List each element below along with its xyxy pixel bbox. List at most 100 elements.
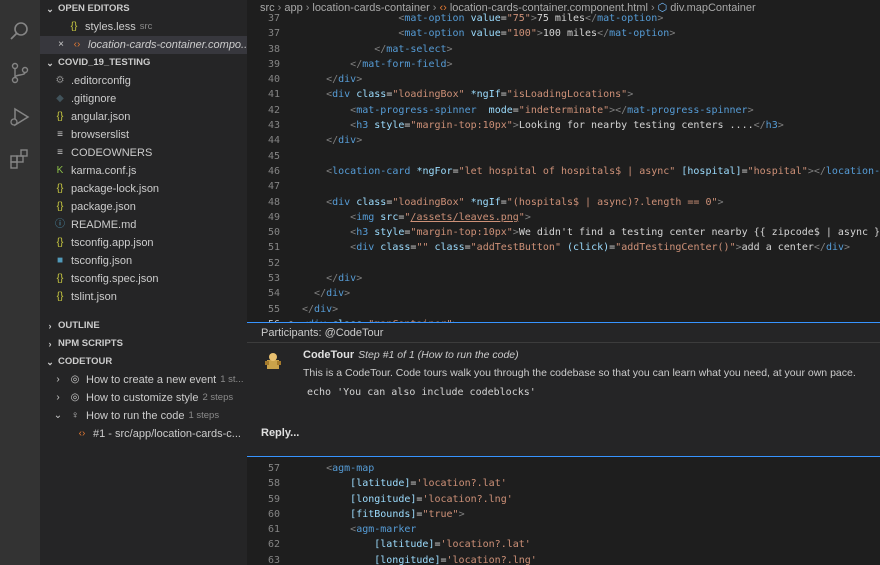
file-item[interactable]: {} tsconfig.app.json — [40, 234, 247, 252]
reply-input[interactable]: Reply... — [261, 427, 299, 439]
file-item[interactable]: ◆ .gitignore — [40, 90, 247, 108]
json-icon: {} — [56, 237, 64, 248]
chevron-down-icon: ⌄ — [53, 410, 63, 421]
json-icon: {} — [56, 273, 64, 284]
karma-icon: K — [56, 165, 64, 176]
chevron-down-icon: ⌄ — [46, 4, 54, 14]
code-line: 38 </mat-select> — [267, 43, 453, 55]
activity-bar — [0, 0, 40, 565]
code-line: 53 </div> — [267, 273, 363, 285]
file-item[interactable]: ≡ CODEOWNERS — [40, 144, 247, 162]
code-line: 40 </div> — [267, 74, 363, 86]
ts-icon: ■ — [56, 255, 64, 266]
json-icon: {} — [56, 291, 64, 302]
code-line: 60 [fitBounds]="true"> — [267, 508, 465, 520]
source-control-icon[interactable] — [9, 62, 31, 84]
file-name: CODEOWNERS — [71, 147, 153, 159]
code-line: 46 <location-card *ngFor="let hospital o… — [267, 165, 880, 177]
open-editors-header[interactable]: ⌄ OPEN EDITORS — [40, 0, 247, 18]
file-name: angular.json — [71, 111, 131, 123]
code-line: 48 <div class="loadingBox" *ngIf="(hospi… — [267, 196, 724, 208]
code-line: 37 <mat-option value="75">75 miles</mat-… — [267, 13, 664, 24]
code-area[interactable]: 37 <mat-option value="75">75 miles</mat-… — [247, 11, 880, 332]
code-line: 58 [latitude]='location?.lat' — [267, 478, 507, 490]
code-line: 45 — [267, 150, 280, 162]
code-line: 50 <h3 style="margin-top:10px">We didn't… — [267, 227, 880, 239]
avatar — [263, 351, 283, 371]
code-line: 54 </div> — [267, 288, 351, 300]
tour-item[interactable]: › ◎ How to customize style 2 steps — [40, 389, 247, 407]
comment-author: CodeTour — [303, 349, 355, 361]
code-line: 59 [longitude]='location?.lng' — [267, 493, 513, 505]
extensions-icon[interactable] — [9, 148, 31, 170]
file-item[interactable]: {} tsconfig.spec.json — [40, 270, 247, 288]
codetour-comment-thread: Participants: @CodeTour CodeTour Step #1 … — [247, 322, 880, 457]
lines-icon: ≡ — [57, 129, 63, 140]
code-area-lower[interactable]: 57 <agm-map 58 [latitude]='location?.lat… — [247, 461, 880, 565]
file-name: tslint.json — [71, 291, 117, 303]
file-name: tsconfig.app.json — [71, 237, 154, 249]
html-icon: ‹› — [78, 428, 86, 439]
json-icon: {} — [56, 111, 64, 122]
code-line: 52 — [267, 257, 280, 269]
file-item[interactable]: {} package.json — [40, 198, 247, 216]
html-icon: ‹› — [73, 39, 81, 50]
close-icon[interactable]: × — [56, 36, 66, 54]
tour-item[interactable]: › ◎ How to create a new event 1 st... — [40, 371, 247, 389]
file-name: browserslist — [71, 129, 130, 141]
run-debug-icon[interactable] — [9, 106, 31, 128]
microphone-icon: ♀ — [71, 410, 79, 421]
code-line: 57 <agm-map — [267, 463, 375, 474]
chevron-down-icon: ⌄ — [46, 58, 54, 68]
file-name: package.json — [71, 201, 136, 213]
info-icon: ⓘ — [55, 219, 65, 230]
file-item[interactable]: {} tslint.json — [40, 288, 247, 306]
file-name: tsconfig.spec.json — [71, 273, 159, 285]
comment: CodeTour Step #1 of 1 (How to run the cod… — [261, 349, 880, 398]
tour-step-item[interactable]: ‹› #1 - src/app/location-cards-c... — [40, 425, 247, 443]
lines-icon: ≡ — [57, 147, 63, 158]
code-line: 63 [longitude]='location?.lng' — [267, 554, 537, 565]
chevron-right-icon: › — [48, 321, 52, 331]
chevron-right-icon: › — [56, 374, 60, 385]
explorer-sidebar: ⌄ OPEN EDITORS {} styles.less src × ‹› loc… — [40, 0, 247, 565]
json-icon: {} — [56, 201, 64, 212]
file-item[interactable]: ⚙ .editorconfig — [40, 72, 247, 90]
file-name: README.md — [71, 219, 137, 231]
braces-icon: {} — [70, 21, 78, 32]
file-name: package-lock.json — [71, 183, 160, 195]
chevron-right-icon: › — [56, 392, 60, 403]
code-line: 61 <agm-marker — [267, 524, 417, 536]
project-header[interactable]: ⌄ COVID_19_TESTING — [40, 54, 247, 72]
git-icon: ◆ — [56, 93, 64, 104]
chevron-down-icon: ⌄ — [46, 357, 54, 367]
codetour-header[interactable]: ⌄ CODETOUR — [40, 353, 247, 371]
file-item[interactable]: ■ tsconfig.json — [40, 252, 247, 270]
file-item[interactable]: ⓘ README.md — [40, 216, 247, 234]
code-line: 49 <img src="/assets/leaves.png"> — [267, 211, 531, 223]
file-item[interactable]: Kkarma.conf.js — [40, 162, 247, 180]
outline-header[interactable]: › OUTLINE — [40, 317, 247, 335]
tour-item[interactable]: ⌄ ♀ How to run the code 1 steps — [40, 407, 247, 425]
json-icon: {} — [56, 183, 64, 194]
file-item[interactable]: {} package-lock.json — [40, 180, 247, 198]
chevron-right-icon: › — [48, 339, 52, 349]
file-item[interactable]: {} angular.json — [40, 108, 247, 126]
code-line: 37 <mat-option value="100">100 miles</ma… — [267, 28, 676, 40]
file-item[interactable]: ≡ browserslist — [40, 126, 247, 144]
code-line: 43 <h3 style="margin-top:10px">Looking f… — [267, 120, 784, 132]
search-icon[interactable] — [9, 20, 31, 42]
code-line: 41 <div class="loadingBox" *ngIf="isLoad… — [267, 89, 634, 101]
code-line: 42 <mat-progress-spinner mode="indetermi… — [267, 104, 754, 116]
open-editor-item[interactable]: {} styles.less src — [40, 18, 247, 36]
comment-codeblock: echo 'You can also include codeblocks' — [307, 387, 536, 398]
open-editor-item[interactable]: × ‹› location-cards-container.compo... — [40, 36, 247, 54]
file-list: ⚙ .editorconfig ◆ .gitignore {} angular.json ≡… — [40, 72, 247, 306]
location-pin-icon: ◎ — [70, 392, 80, 403]
location-pin-icon: ◎ — [70, 374, 80, 385]
comment-text: This is a CodeTour. Code tours walk you … — [303, 367, 856, 379]
code-line: 47 — [267, 181, 280, 193]
file-name: karma.conf.js — [71, 165, 137, 177]
gear-icon: ⚙ — [55, 75, 65, 86]
npm-scripts-header[interactable]: › NPM SCRIPTS — [40, 335, 247, 353]
